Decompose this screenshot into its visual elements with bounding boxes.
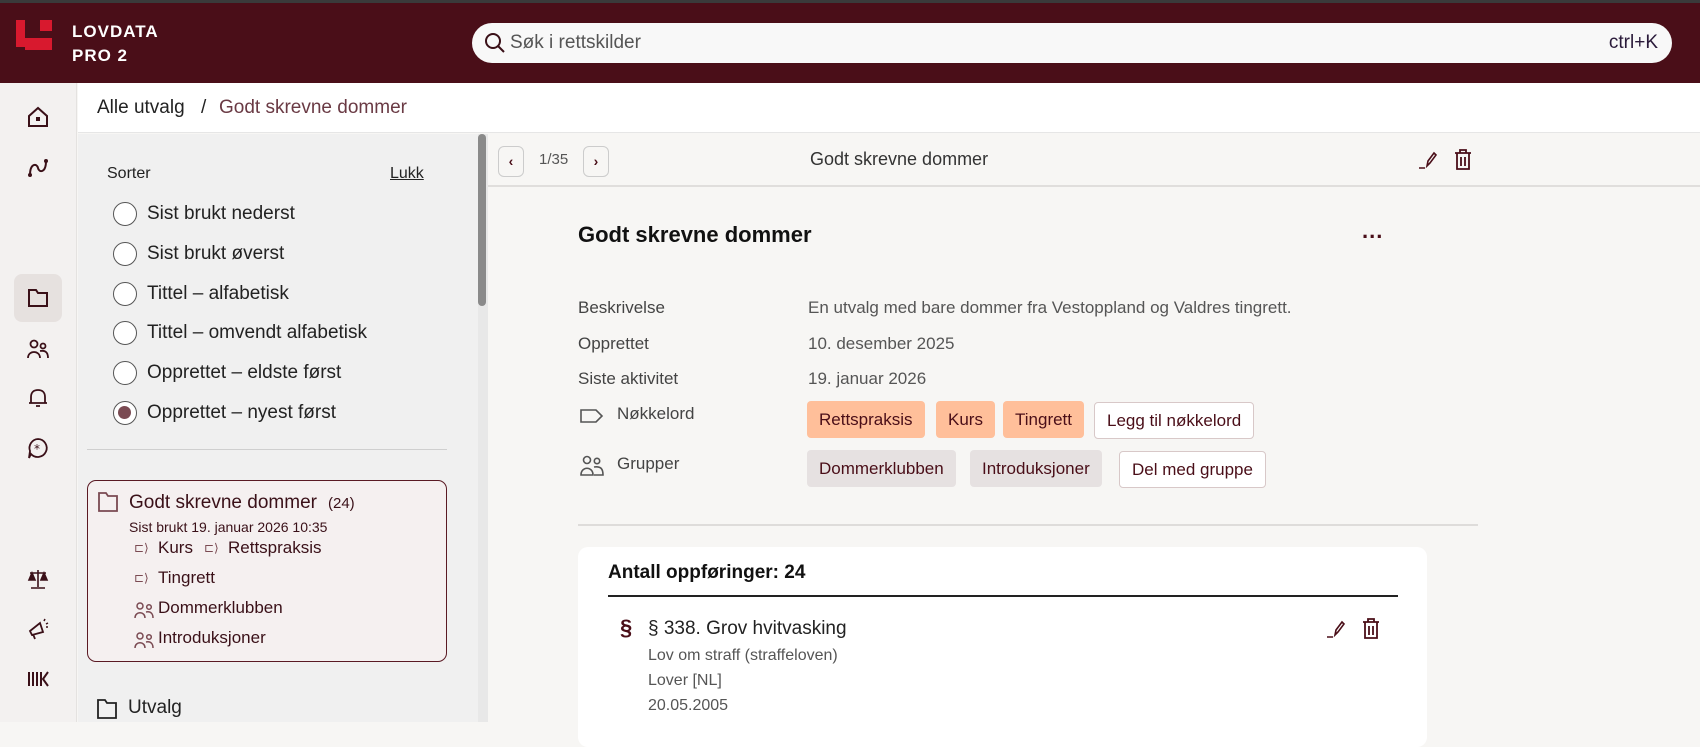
- detail-title: Godt skrevne dommer: [578, 222, 812, 247]
- selection-last-used: Sist brukt 19. januar 2026 10:35: [129, 519, 328, 535]
- tag-icon: ⊏⟩: [134, 571, 149, 585]
- divider: [578, 524, 1478, 526]
- search-placeholder: Søk i rettskilder: [510, 32, 641, 53]
- keyword-chip[interactable]: Tingrett: [1003, 401, 1085, 438]
- sort-option-label[interactable]: Opprettet – nyest først: [147, 402, 336, 424]
- app-header: LOVDATA PRO 2 Søk i rettskilder ctrl+K: [0, 3, 1700, 83]
- keywords-label: Nøkkelord: [617, 404, 695, 423]
- route-icon[interactable]: [14, 144, 62, 192]
- groups-icon: [134, 602, 154, 619]
- group-tag: Introduksjoner: [158, 628, 266, 647]
- divider: [608, 595, 1398, 597]
- groups-icon[interactable]: [14, 325, 62, 373]
- selection-card-active[interactable]: Godt skrevne dommer (24) Sist brukt 19. …: [87, 480, 447, 662]
- next-button[interactable]: ›: [583, 146, 609, 177]
- sort-radio[interactable]: [113, 321, 137, 345]
- selection-title: Utvalg: [128, 697, 182, 718]
- page-indicator: 1/35: [539, 151, 569, 168]
- scales-icon[interactable]: [14, 555, 62, 603]
- entries-card: Antall oppføringer: 24 § § 338. Grov hvi…: [578, 547, 1427, 747]
- search-icon: [485, 33, 505, 53]
- edit-icon[interactable]: [1326, 619, 1346, 639]
- activity-label: Siste aktivitet: [578, 369, 679, 388]
- group-tag: Dommerklubben: [158, 598, 283, 617]
- sort-option-label[interactable]: Sist brukt nederst: [147, 203, 295, 225]
- collapse-icon[interactable]: [14, 655, 62, 703]
- tag-icon: [580, 409, 604, 423]
- keyword-chip[interactable]: Kurs: [936, 401, 995, 438]
- breadcrumb: Alle utvalg / Godt skrevne dommer: [78, 83, 1700, 133]
- breadcrumb-root[interactable]: Alle utvalg: [97, 97, 185, 119]
- entry-title[interactable]: § 338. Grov hvitvasking: [648, 618, 847, 640]
- sort-option-label[interactable]: Opprettet – eldste først: [147, 362, 341, 384]
- groups-label: Grupper: [617, 454, 680, 473]
- group-chip[interactable]: Dommerklubben: [807, 450, 956, 487]
- sort-radio[interactable]: [113, 242, 137, 266]
- close-sort-link[interactable]: Lukk: [390, 165, 424, 183]
- created-label: Opprettet: [578, 334, 649, 353]
- sort-radio[interactable]: [113, 282, 137, 306]
- bell-icon[interactable]: [14, 374, 62, 422]
- entry-date: 20.05.2005: [648, 697, 729, 714]
- sort-radio[interactable]: [113, 202, 137, 226]
- tag-icon: ⊏⟩: [204, 541, 219, 555]
- scrollbar-thumb[interactable]: [478, 134, 486, 306]
- groups-icon: [580, 455, 604, 476]
- edit-icon[interactable]: [1418, 150, 1438, 170]
- selection-count: (24): [328, 495, 355, 512]
- divider: [87, 449, 447, 450]
- svg-text:*: *: [34, 442, 40, 456]
- keyword-chip[interactable]: Rettspraksis: [807, 401, 925, 438]
- previous-button[interactable]: ‹: [498, 146, 524, 177]
- sort-option-label[interactable]: Tittel – alfabetisk: [147, 283, 289, 305]
- created-value: 10. desember 2025: [808, 334, 955, 353]
- tag-icon: ⊏⟩: [134, 541, 149, 555]
- search-shortcut: ctrl+K: [1608, 32, 1658, 53]
- keyword-tag: Rettspraksis: [228, 538, 322, 557]
- trash-icon[interactable]: [1453, 149, 1473, 171]
- sort-label: Sorter: [107, 165, 151, 182]
- selection-title: Godt skrevne dommer: [129, 492, 317, 513]
- toolbar-title: Godt skrevne dommer: [810, 149, 989, 169]
- share-group-button[interactable]: Del med gruppe: [1119, 451, 1266, 488]
- entry-type: Lover [NL]: [648, 672, 722, 689]
- lovdata-logo-icon: [16, 20, 52, 50]
- folder-icon: [97, 699, 117, 719]
- keyword-tag: Tingrett: [158, 568, 216, 587]
- entries-count: Antall oppføringer: 24: [608, 562, 806, 583]
- search-input[interactable]: Søk i rettskilder ctrl+K: [472, 23, 1672, 63]
- sort-option-label[interactable]: Sist brukt øverst: [147, 243, 284, 265]
- detail-toolbar: ‹ 1/35 › Godt skrevne dommer: [488, 134, 1700, 187]
- groups-icon: [134, 632, 154, 649]
- keyword-tag: Kurs: [158, 538, 193, 557]
- megaphone-icon[interactable]: [14, 605, 62, 653]
- add-keyword-button[interactable]: Legg til nøkkelord: [1094, 402, 1255, 439]
- trash-icon[interactable]: [1361, 618, 1381, 640]
- chat-asterisk-icon[interactable]: *: [14, 424, 62, 472]
- breadcrumb-current: Godt skrevne dommer: [219, 97, 407, 118]
- sort-option-label[interactable]: Tittel – omvendt alfabetisk: [147, 322, 367, 344]
- folder-icon: [98, 492, 118, 512]
- icon-rail: *: [0, 83, 77, 722]
- brand-name[interactable]: LOVDATA PRO 2: [72, 20, 159, 68]
- activity-value: 19. januar 2026: [808, 369, 927, 388]
- breadcrumb-separator: /: [201, 97, 207, 118]
- sort-radio[interactable]: [113, 361, 137, 385]
- more-options-button[interactable]: ...: [1362, 218, 1383, 244]
- paragraph-icon: §: [620, 615, 633, 640]
- entry-law: Lov om straff (straffeloven): [648, 647, 838, 664]
- sort-radio-selected[interactable]: [113, 401, 137, 425]
- folder-icon[interactable]: [14, 274, 62, 322]
- home-icon[interactable]: [14, 93, 62, 141]
- description-label: Beskrivelse: [578, 298, 665, 317]
- description-value: En utvalg med bare dommer fra Vestopplan…: [808, 298, 1292, 317]
- group-chip[interactable]: Introduksjoner: [970, 450, 1102, 487]
